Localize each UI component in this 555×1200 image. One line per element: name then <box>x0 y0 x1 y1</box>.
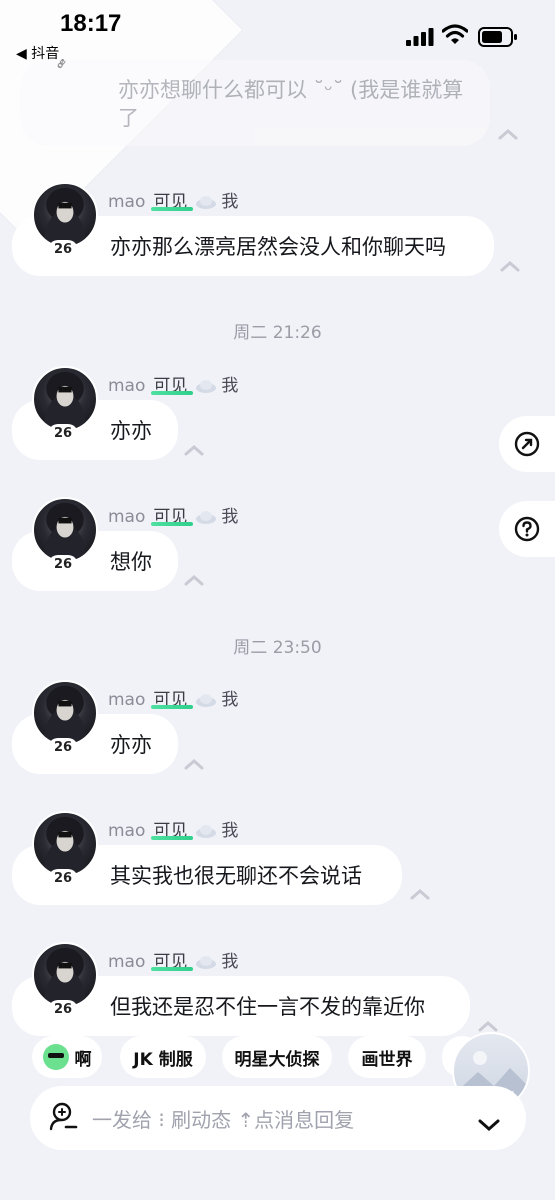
sender-nickname: 可见 <box>151 502 194 527</box>
status-time: 18:17 <box>60 10 122 37</box>
chevron-up-icon[interactable] <box>184 574 204 586</box>
cloud-badge-icon <box>196 196 217 209</box>
chevron-up-icon[interactable] <box>184 758 204 770</box>
level-badge: 26 <box>48 1000 78 1020</box>
chip-jk[interactable]: JK 制服 <box>120 1036 206 1078</box>
level-badge: 26 <box>48 424 78 444</box>
message-text: 亦亦 <box>110 419 152 443</box>
message-input-placeholder[interactable]: 一发给 ⁝ 刷动态 ⇡点消息回复 <box>92 1104 354 1133</box>
question-icon <box>514 516 540 542</box>
chevron-up-icon[interactable] <box>478 1020 498 1032</box>
cloud-badge-icon <box>196 511 217 524</box>
message-row: 亦亦 26 mao 可见 我 <box>12 678 512 778</box>
level-badge: 26 <box>48 240 78 260</box>
sender-nickname: 可见 <box>151 947 194 972</box>
time-separator: 周二 23:50 <box>233 638 322 658</box>
sender-nickname: 可见 <box>151 187 194 212</box>
message-row: 其实我也很无聊还不会说话 26 mao 可见 我 <box>12 809 512 909</box>
me-label: 我 <box>221 690 239 710</box>
chevron-down-icon[interactable] <box>478 1118 500 1132</box>
chevron-up-icon[interactable] <box>498 128 518 140</box>
link-icon <box>514 431 540 457</box>
message-row: 但我还是忍不住一言不发的靠近你 26 mao 可见 我 <box>12 940 512 1040</box>
sender-username: mao <box>108 507 146 527</box>
sender-name: mao 可见 我 <box>108 502 238 527</box>
chevron-up-icon[interactable] <box>184 444 204 456</box>
me-label: 我 <box>221 821 239 841</box>
level-badge: 26 <box>48 555 78 575</box>
message-text: 其实我也很无聊还不会说话 <box>110 864 362 888</box>
sender-name: mao 可见 我 <box>108 371 238 396</box>
sender-username: mao <box>108 952 146 972</box>
sender-nickname: 可见 <box>151 816 194 841</box>
chip-label: 明星大侦探 <box>234 1049 320 1070</box>
sender-username: mao <box>108 690 146 710</box>
me-label: 我 <box>221 507 239 527</box>
level-badge: 26 <box>48 738 78 758</box>
message-text: 想你 <box>110 550 152 574</box>
sender-nickname: 可见 <box>151 371 194 396</box>
chevron-up-icon[interactable] <box>500 260 520 272</box>
avatar[interactable] <box>32 680 98 746</box>
message-row: 亦亦 26 mao 可见 我 <box>12 364 512 464</box>
message-text: 亦亦那么漂亮居然会没人和你聊天吗 <box>110 235 446 259</box>
avatar[interactable] <box>32 497 98 563</box>
me-label: 我 <box>221 952 239 972</box>
help-side-button[interactable] <box>499 501 555 557</box>
sender-name: mao 可见 我 <box>108 187 238 212</box>
share-side-button[interactable] <box>499 416 555 472</box>
cloud-badge-icon <box>196 956 217 969</box>
message-text: 亦亦想聊什么都可以 ˘ᵕ˘ (我是谁就算了 <box>118 78 464 130</box>
chevron-up-icon[interactable] <box>410 888 430 900</box>
avatar[interactable] <box>32 942 98 1008</box>
me-label: 我 <box>221 376 239 396</box>
chip-detective[interactable]: 明星大侦探 <box>222 1036 332 1078</box>
sender-username: mao <box>108 376 146 396</box>
message-text: 亦亦 <box>110 733 152 757</box>
add-friend-button[interactable] <box>44 1097 84 1137</box>
user-plus-icon <box>49 1102 78 1131</box>
sender-name: mao 可见 我 <box>108 947 238 972</box>
me-label: 我 <box>221 192 239 212</box>
sender-username: mao <box>108 192 146 212</box>
chip-draw-world[interactable]: 画世界 <box>348 1036 426 1078</box>
time-separator: 周二 21:26 <box>233 323 322 343</box>
cloud-badge-icon <box>196 694 217 707</box>
chip-label: JK 制服 <box>133 1049 193 1070</box>
level-badge: 26 <box>48 869 78 889</box>
sender-username: mao <box>108 821 146 841</box>
avatar[interactable] <box>32 366 98 432</box>
chip-label: 啊 <box>74 1049 92 1070</box>
message-text: 但我还是忍不住一言不发的靠近你 <box>110 995 425 1019</box>
cloud-badge-icon <box>196 825 217 838</box>
message-row: 亦亦那么漂亮居然会没人和你聊天吗 26 mao 可见 我 <box>12 180 512 280</box>
avatar[interactable] <box>32 182 98 248</box>
chip-label: 画世界 <box>361 1049 413 1070</box>
message-bubble-partial[interactable]: 亦亦想聊什么都可以 ˘ᵕ˘ (我是谁就算了 <box>20 60 490 146</box>
sender-name: mao 可见 我 <box>108 816 238 841</box>
wifi-icon <box>442 24 468 44</box>
sender-name: mao 可见 我 <box>108 685 238 710</box>
signal-icon <box>406 28 434 46</box>
message-row: 想你 26 mao 可见 我 <box>12 495 512 595</box>
avatar[interactable] <box>32 811 98 877</box>
sunglasses-emoji-icon <box>42 1044 69 1070</box>
sender-nickname: 可见 <box>151 685 194 710</box>
cloud-badge-icon <box>196 380 217 393</box>
chip-emoji[interactable]: 啊 <box>32 1036 102 1078</box>
battery-icon <box>478 27 517 47</box>
